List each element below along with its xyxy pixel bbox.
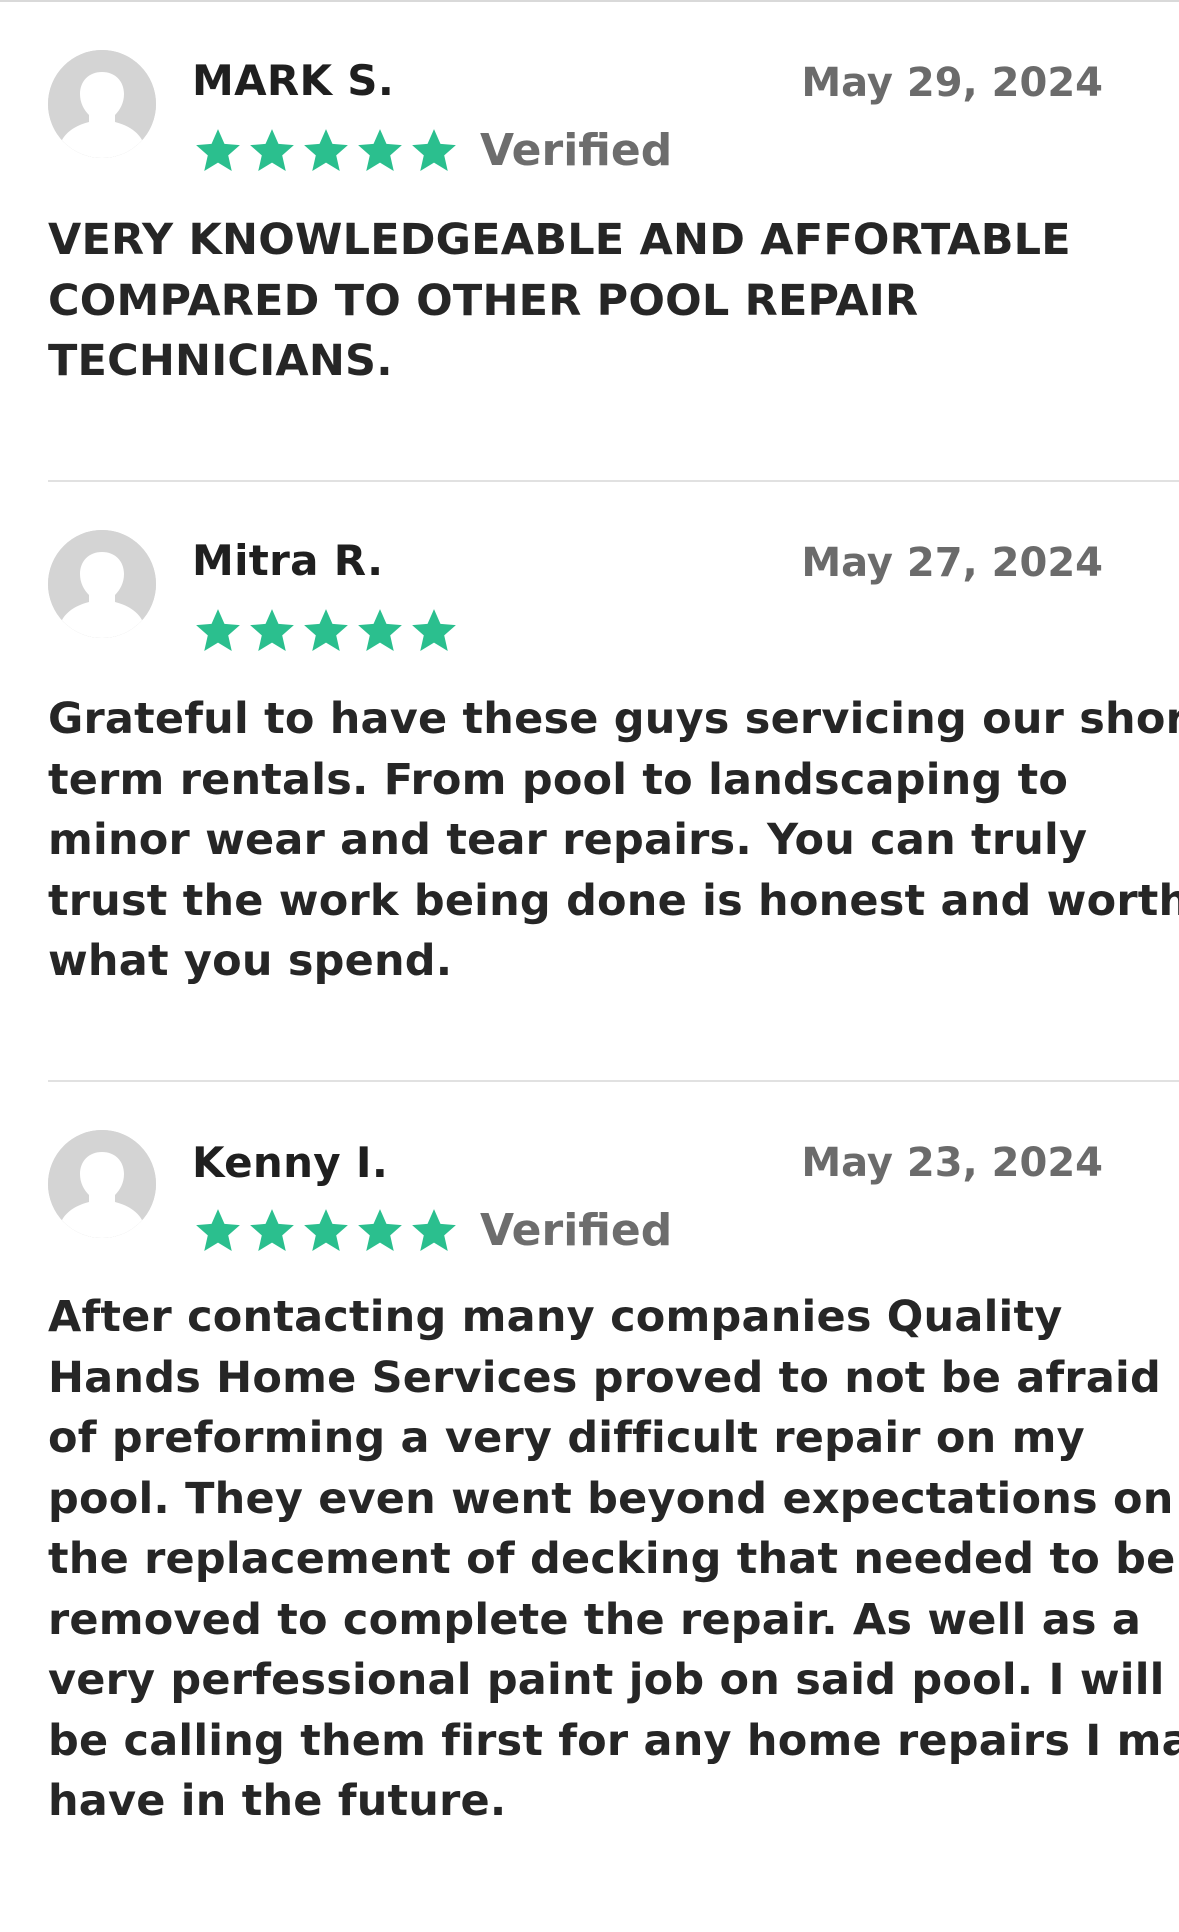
- avatar-icon: [48, 530, 156, 638]
- star-icon: [196, 1209, 240, 1251]
- review-text-line: of preforming a very difficult repair on…: [48, 1413, 1085, 1463]
- review-text: VERY KNOWLEDGEABLE AND AFFORTABLE COMPAR…: [48, 210, 1138, 392]
- review-text-line: the replacement of decking that needed t…: [48, 1534, 1176, 1584]
- star-icon: [250, 129, 294, 171]
- avatar-icon: [48, 1130, 156, 1238]
- review-text-line: minor wear and tear repairs. You can tru…: [48, 815, 1088, 865]
- star-icon: [196, 129, 240, 171]
- review-date: May 29, 2024: [801, 60, 1103, 106]
- review-text-line: what you spend.: [48, 936, 453, 986]
- star-icon: [412, 1209, 456, 1251]
- reviewer-name: MARK S.: [192, 56, 395, 105]
- review-divider: [48, 480, 1179, 482]
- review-text-line: VERY KNOWLEDGEABLE AND AFFORTABLE: [48, 215, 1071, 265]
- star-icon: [196, 609, 240, 651]
- review-text-line: COMPARED TO OTHER POOL REPAIR: [48, 275, 919, 326]
- review-text-line: Grateful to have these guys servicing ou…: [48, 694, 1179, 744]
- star-rating: Verified: [192, 1205, 672, 1257]
- reviewer-name: Kenny I.: [192, 1138, 389, 1187]
- star-rating: [192, 605, 462, 657]
- star-icon: [250, 609, 294, 651]
- review-text-line: be calling them first for any home repai…: [48, 1715, 1179, 1766]
- top-divider: [0, 0, 1179, 2]
- star-icon: [358, 609, 402, 651]
- review-text-line: trust the work being done is honest and …: [48, 875, 1179, 926]
- star-icon: [358, 1209, 402, 1251]
- star-icon: [412, 129, 456, 171]
- star-icon: [358, 129, 402, 171]
- verified-badge: Verified: [480, 1205, 673, 1256]
- review-text: After contacting many companies Quality …: [48, 1287, 1179, 1832]
- review-text-line: Hands Home Services proved to not be afr…: [48, 1352, 1161, 1403]
- review-text-line: have in the future.: [48, 1776, 507, 1826]
- review-text-line: removed to complete the repair. As well …: [48, 1594, 1142, 1645]
- review-date: May 23, 2024: [801, 1140, 1103, 1186]
- verified-badge: Verified: [480, 125, 673, 176]
- review-text: Grateful to have these guys servicing ou…: [48, 689, 1179, 992]
- star-icon: [412, 609, 456, 651]
- review-text-line: very perfessional paint job on said pool…: [48, 1655, 1165, 1705]
- star-rating: Verified: [192, 125, 672, 177]
- review-text-line: pool. They even went beyond expectations…: [48, 1473, 1174, 1524]
- reviewer-name: Mitra R.: [192, 536, 384, 585]
- review-text-line: After contacting many companies Quality: [48, 1292, 1063, 1342]
- star-icon: [250, 1209, 294, 1251]
- review-text-line: TECHNICIANS.: [48, 336, 393, 386]
- review-divider: [48, 1080, 1179, 1082]
- star-icon: [304, 609, 348, 651]
- star-icon: [304, 1209, 348, 1251]
- review-date: May 27, 2024: [801, 540, 1103, 586]
- star-icon: [304, 129, 348, 171]
- review-text-line: term rentals. From pool to landscaping t…: [48, 754, 1069, 805]
- avatar-icon: [48, 50, 156, 158]
